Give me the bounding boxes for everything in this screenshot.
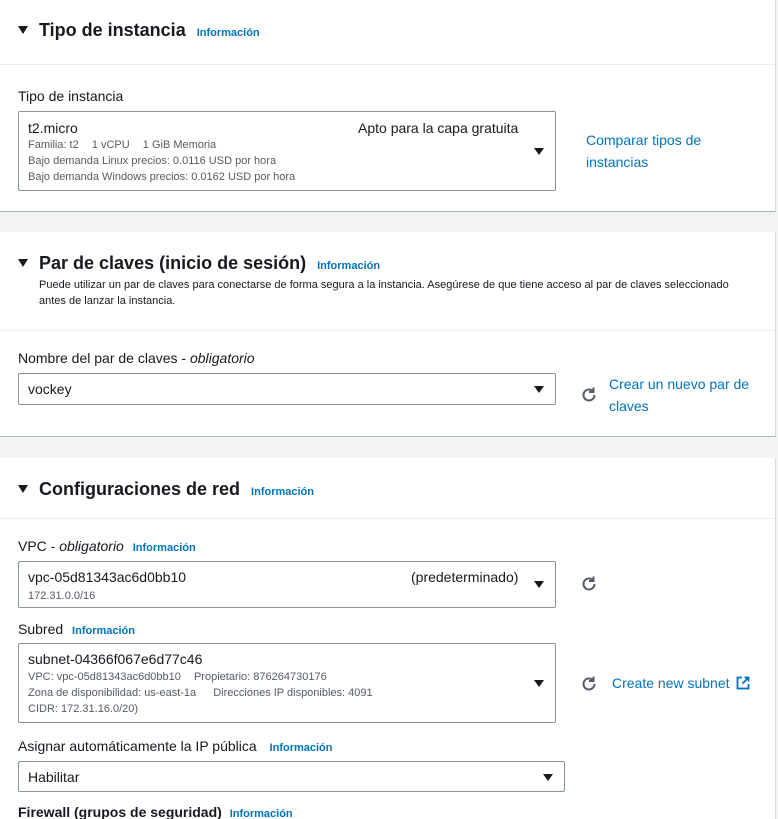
- instance-specs: Familia: t2 1 vCPU 1 GiB Memoria: [28, 139, 216, 151]
- refresh-icon[interactable]: [580, 386, 598, 404]
- chevron-down-icon: [534, 680, 544, 687]
- firewall-label: Firewall (grupos de seguridad) Informaci…: [18, 804, 293, 819]
- key-pair-header: Par de claves (inicio de sesión) Informa…: [0, 232, 775, 331]
- instance-type-info-link[interactable]: Información: [197, 27, 260, 39]
- create-key-pair-link[interactable]: Crear un nuevo par de claves: [609, 373, 759, 417]
- key-pair-panel: Par de claves (inicio de sesión) Informa…: [0, 232, 776, 437]
- chevron-down-icon: [534, 581, 544, 588]
- instance-type-header: Tipo de instancia Información: [0, 0, 775, 65]
- public-ip-select[interactable]: Habilitar: [18, 761, 565, 792]
- subnet-zone-ips: Zona de disponibilidad: us-east-1a Direc…: [28, 687, 373, 699]
- network-info-link[interactable]: Información: [251, 486, 314, 498]
- create-subnet-link[interactable]: Create new subnet: [612, 672, 750, 694]
- firewall-info-link[interactable]: Información: [230, 808, 293, 819]
- subnet-cidr: CIDR: 172.31.16.0/20): [28, 703, 139, 715]
- key-pair-field-label: Nombre del par de claves - obligatorio: [18, 350, 255, 366]
- refresh-icon[interactable]: [580, 575, 598, 593]
- required-marker: obligatorio: [59, 538, 124, 554]
- subnet-info-link[interactable]: Información: [72, 625, 135, 637]
- vpc-select[interactable]: vpc-05d81343ac6d0bb10 (predeterminado) 1…: [18, 561, 556, 608]
- key-pair-value: vockey: [28, 381, 72, 397]
- key-pair-title[interactable]: Par de claves (inicio de sesión): [39, 253, 306, 274]
- collapse-triangle-icon[interactable]: [18, 485, 28, 493]
- vpc-info-link[interactable]: Información: [133, 542, 196, 554]
- instance-type-title[interactable]: Tipo de instancia: [39, 20, 186, 41]
- instance-type-select[interactable]: t2.micro Apto para la capa gratuita Fami…: [18, 111, 556, 191]
- chevron-down-icon: [543, 774, 553, 781]
- instance-vcpu: 1 vCPU: [91, 139, 130, 151]
- subnet-owner: Propietario: 876264730176: [193, 671, 327, 683]
- instance-family: Familia: t2: [28, 139, 79, 151]
- public-ip-label: Asignar automáticamente la IP pública In…: [18, 738, 333, 754]
- subnet-zone: Zona de disponibilidad: us-east-1a: [28, 687, 197, 699]
- public-ip-label-text: Asignar automáticamente la IP pública: [18, 738, 257, 754]
- free-tier-badge: Apto para la capa gratuita: [358, 120, 519, 136]
- vpc-label-text: VPC -: [18, 538, 60, 554]
- subnet-label: Subred Información: [18, 621, 135, 637]
- key-pair-description: Puede utilizar un par de claves para con…: [39, 279, 729, 307]
- network-header: Configuraciones de red Información: [0, 458, 775, 519]
- subnet-ips: Direcciones IP disponibles: 4091: [213, 687, 373, 699]
- key-pair-info-link[interactable]: Información: [317, 260, 380, 272]
- instance-type-value: t2.micro: [28, 120, 78, 136]
- network-panel: Configuraciones de red Información VPC -…: [0, 458, 776, 819]
- instance-type-field-label: Tipo de instancia: [18, 88, 124, 104]
- key-pair-label-text: Nombre del par de claves -: [18, 350, 190, 366]
- key-pair-select[interactable]: vockey: [18, 373, 556, 405]
- collapse-triangle-icon[interactable]: [18, 259, 28, 267]
- subnet-vpc-owner: VPC: vpc-05d81343ac6d0bb10 Propietario: …: [28, 671, 327, 683]
- windows-price: Bajo demanda Windows precios: 0.0162 USD…: [28, 171, 296, 183]
- subnet-vpc: VPC: vpc-05d81343ac6d0bb10: [28, 671, 181, 683]
- public-ip-info-link[interactable]: Información: [270, 742, 333, 754]
- vpc-cidr: 172.31.0.0/16: [28, 590, 96, 602]
- vpc-value: vpc-05d81343ac6d0bb10: [28, 569, 187, 585]
- refresh-icon[interactable]: [580, 675, 598, 693]
- required-marker: obligatorio: [189, 350, 255, 366]
- vpc-label: VPC - obligatorio Información: [18, 538, 196, 554]
- compare-instance-types-link[interactable]: Comparar tipos de instancias: [586, 129, 726, 173]
- chevron-down-icon: [534, 386, 544, 393]
- chevron-down-icon: [534, 148, 544, 155]
- external-link-icon: [736, 676, 749, 690]
- linux-price: Bajo demanda Linux precios: 0.0116 USD p…: [28, 155, 277, 167]
- vpc-default-tag: (predeterminado): [411, 569, 519, 585]
- subnet-value: subnet-04366f067e6d77c46: [28, 651, 203, 667]
- public-ip-value: Habilitar: [28, 769, 80, 785]
- subnet-label-text: Subred: [18, 621, 64, 637]
- create-subnet-text[interactable]: Create new subnet: [612, 672, 730, 694]
- instance-memory: 1 GiB Memoria: [142, 139, 217, 151]
- collapse-triangle-icon[interactable]: [18, 26, 28, 34]
- instance-type-panel: Tipo de instancia Información Tipo de in…: [0, 0, 776, 212]
- subnet-select[interactable]: subnet-04366f067e6d77c46 VPC: vpc-05d813…: [18, 643, 556, 723]
- network-title[interactable]: Configuraciones de red: [39, 479, 240, 500]
- firewall-label-text: Firewall (grupos de seguridad): [18, 804, 222, 819]
